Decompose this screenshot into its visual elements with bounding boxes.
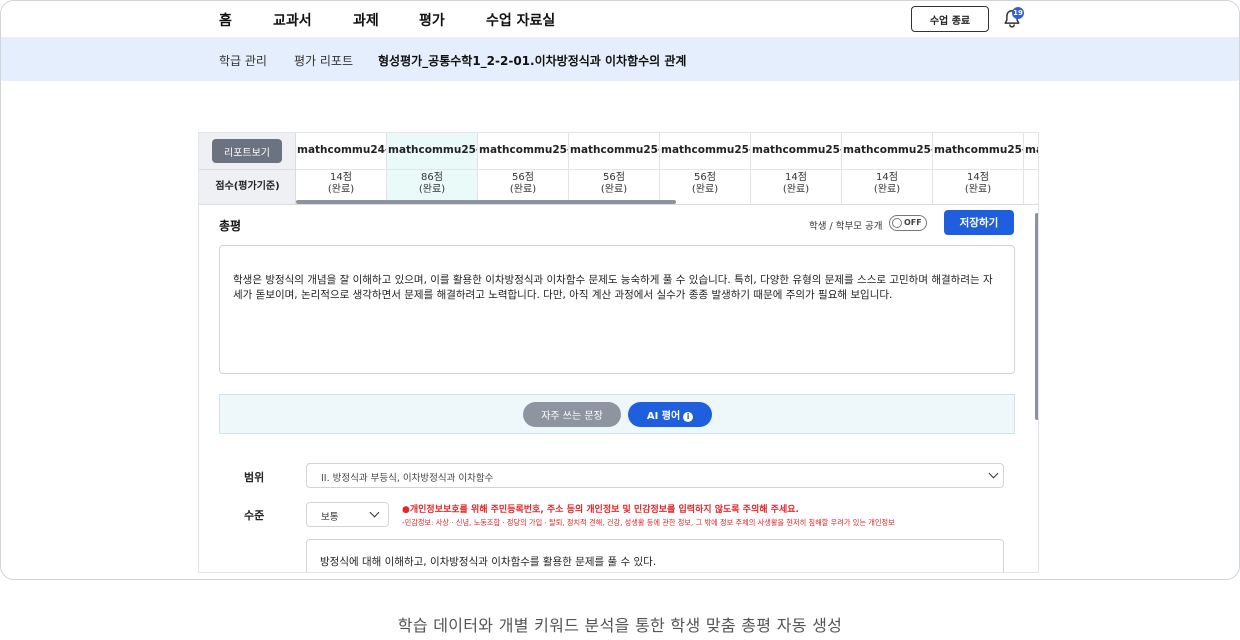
student-column[interactable]: mathcommu25-... 14점(완료) — [842, 133, 933, 204]
student-name: mathcommu25-s1 — [388, 144, 477, 156]
info-icon: i — [683, 412, 694, 422]
nav-class-materials[interactable]: 수업 자료실 — [486, 10, 555, 30]
score-status: (완료) — [600, 184, 628, 195]
ai-comment-label: AI 평어 — [646, 411, 681, 422]
row-divider — [199, 169, 296, 170]
row-divider — [842, 169, 933, 170]
nav-home[interactable]: 홈 — [219, 10, 232, 30]
student-score-table: 리포트보기 점수(평가기준) mathcommu24-... 14점(완료) m… — [199, 133, 1038, 205]
privacy-warning: ●개인정보보호를 위해 주민등록번호, 주소 등의 개인정보 및 민감정보를 입… — [402, 502, 1002, 528]
save-button[interactable]: 저장하기 — [944, 210, 1014, 235]
student-name: mathcommu24-... — [297, 144, 386, 156]
student-name: mathcommu25-... — [752, 144, 841, 156]
score-value: 14점 — [785, 172, 807, 183]
comment-actions: 자주 쓰는 문장 AI 평어 i — [219, 394, 1015, 434]
scrollbar-thumb[interactable] — [296, 200, 676, 204]
score-status: (완료) — [327, 184, 355, 195]
page-title: 형성평가_공통수학1_2-2-01.이차방정식과 이차함수의 관계 — [378, 54, 687, 68]
student-name: mat — [1025, 144, 1038, 156]
warning-line-1: ●개인정보보호를 위해 주민등록번호, 주소 등의 개인정보 및 민감정보를 입… — [402, 505, 799, 515]
notification-badge: 19 — [1012, 7, 1024, 19]
student-score: 14점 (완료) — [842, 172, 932, 196]
student-score: 56점 (완료) — [569, 172, 659, 196]
score-value: 56점 — [603, 172, 625, 183]
student-score: 14점 (완료) — [751, 172, 841, 196]
student-score: 56점 (완료) — [660, 172, 750, 196]
score-status: (완료) — [509, 184, 537, 195]
student-column[interactable]: mathcommu25-... 56점(완료) — [660, 133, 751, 204]
horizontal-scrollbar[interactable] — [296, 200, 1038, 204]
end-class-button[interactable]: 수업 종료 — [911, 6, 989, 32]
ai-comment-button[interactable]: AI 평어 i — [628, 402, 712, 427]
top-nav: 홈 교과서 과제 평가 수업 자료실 수업 종료 19 — [1, 1, 1239, 37]
warning-line-2: -민감정보: 사상 · 신념, 노동조합 · 정당의 가입 · 탈퇴, 정치적 … — [402, 518, 895, 527]
row-divider — [569, 169, 660, 170]
nav-evaluation[interactable]: 평가 — [419, 10, 445, 30]
report-panel: 리포트보기 점수(평가기준) mathcommu24-... 14점(완료) m… — [198, 132, 1039, 573]
student-score: 56점 (완료) — [478, 172, 568, 196]
frequent-sentences-button[interactable]: 자주 쓰는 문장 — [523, 402, 621, 427]
toggle-knob — [892, 218, 902, 228]
level-value: 보통 — [321, 512, 339, 523]
student-name: mathcommu25-... — [661, 144, 750, 156]
score-row-label: 점수(평가기준) — [215, 181, 280, 192]
row-divider — [478, 169, 569, 170]
student-score: 14점 (완료) — [296, 172, 386, 196]
range-select[interactable]: II. 방정식과 부등식, 이차방정식과 이차함수 — [306, 463, 1004, 488]
student-column[interactable]: mathcommu25-... 56점(완료) — [478, 133, 569, 204]
publish-label: 학생 / 학부모 공개 — [809, 221, 883, 232]
score-status: (완료) — [873, 184, 901, 195]
student-column[interactable]: mathcommu25-... 56점(완료) — [569, 133, 660, 204]
student-name: mathcommu25-... — [934, 144, 1023, 156]
score-status: (완료) — [964, 184, 992, 195]
score-value: 56점 — [694, 172, 716, 183]
breadcrumb-class-management[interactable]: 학급 관리 — [219, 52, 267, 69]
caption: 학습 데이터와 개별 키워드 분석을 통한 학생 맞춤 총평 자동 생성 — [397, 616, 843, 635]
breadcrumb-evaluation-report[interactable]: 평가 리포트 — [294, 52, 353, 69]
level-select[interactable]: 보통 — [306, 502, 389, 527]
row-divider — [296, 169, 387, 170]
chevron-down-icon — [369, 507, 380, 518]
row-divider — [933, 169, 1024, 170]
nav-assignment[interactable]: 과제 — [353, 10, 379, 30]
student-name: mathcommu25-... — [479, 144, 568, 156]
score-value: 14점 — [330, 172, 352, 183]
range-value: II. 방정식과 부등식, 이차방정식과 이차함수 — [321, 473, 494, 484]
score-value: 86점 — [421, 172, 443, 183]
student-column[interactable]: mathcommu25-... 14점(완료) — [751, 133, 842, 204]
student-score: 14점 (완료) — [933, 172, 1023, 196]
breadcrumb: 학급 관리 평가 리포트 형성평가_공통수학1_2-2-01.이차방정식과 이차… — [1, 37, 1239, 81]
achievement-standard-field[interactable]: 방정식에 대해 이해하고, 이차방정식과 이차함수를 활용한 문제를 풀 수 있… — [306, 539, 1004, 572]
student-column[interactable]: mathcommu24-... 14점(완료) — [296, 133, 387, 204]
toggle-state: OFF — [904, 218, 922, 227]
student-column[interactable]: mathcommu25-... 14점(완료) — [933, 133, 1024, 204]
nav-textbook[interactable]: 교과서 — [273, 10, 312, 30]
student-score: 86점 (완료) — [387, 172, 477, 196]
vertical-scrollbar[interactable] — [1035, 213, 1038, 420]
student-column[interactable]: mat — [1024, 133, 1038, 204]
report-view-button[interactable]: 리포트보기 — [212, 139, 282, 163]
score-status: (완료) — [782, 184, 810, 195]
publish-toggle[interactable]: OFF — [889, 215, 927, 231]
table-label-column: 리포트보기 점수(평가기준) — [199, 133, 296, 204]
student-name: mathcommu25-... — [570, 144, 659, 156]
score-value: 14점 — [876, 172, 898, 183]
student-name: mathcommu25-... — [843, 144, 932, 156]
row-divider — [387, 169, 478, 170]
chevron-down-icon — [988, 468, 999, 479]
comment-title: 총평 — [219, 219, 242, 233]
score-value: 14점 — [967, 172, 989, 183]
score-status: (완료) — [418, 184, 446, 195]
level-label: 수준 — [244, 509, 265, 522]
row-divider — [751, 169, 842, 170]
row-divider — [1024, 169, 1038, 170]
score-value: 56점 — [512, 172, 534, 183]
range-label: 범위 — [244, 471, 265, 484]
score-status: (완료) — [691, 184, 719, 195]
row-divider — [660, 169, 751, 170]
student-column-selected[interactable]: mathcommu25-s1 86점(완료) — [387, 133, 478, 204]
app-window: 홈 교과서 과제 평가 수업 자료실 수업 종료 19 학급 관리 평가 리포트… — [0, 0, 1240, 580]
comment-textarea[interactable]: 학생은 방정식의 개념을 잘 이해하고 있으며, 이를 활용한 이차방정식과 이… — [219, 245, 1015, 374]
